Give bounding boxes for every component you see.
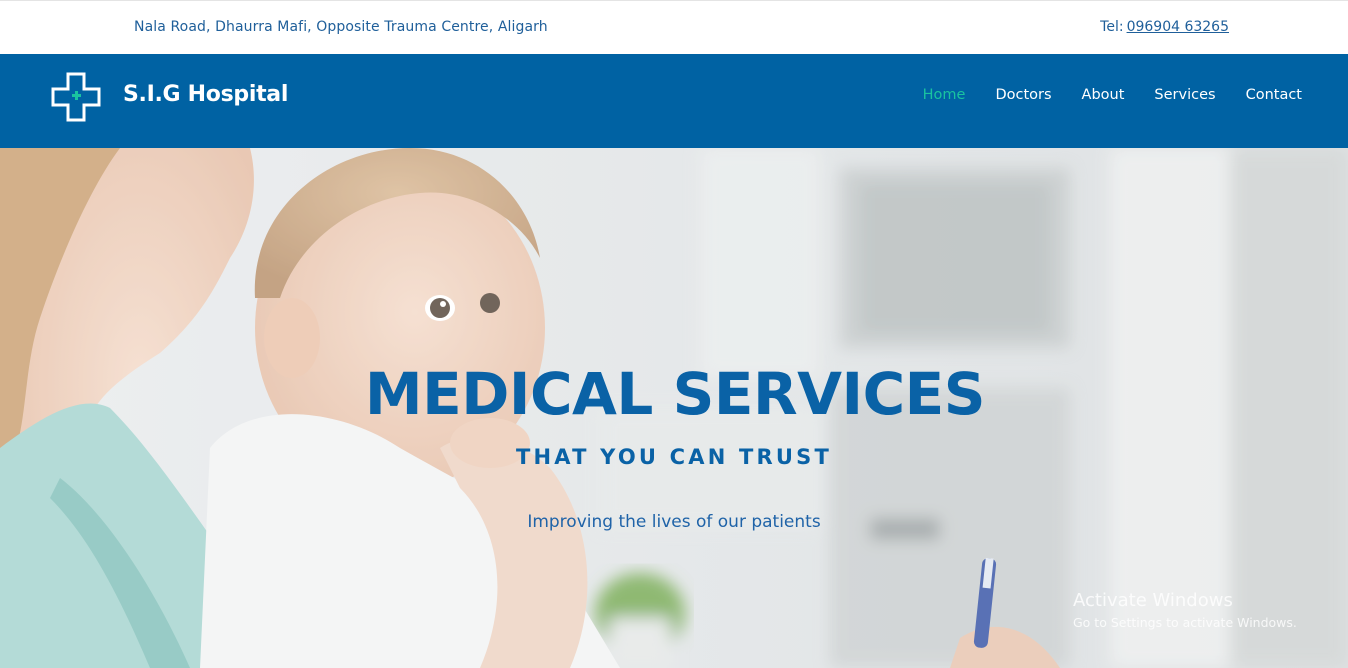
medical-cross-icon[interactable]	[51, 72, 101, 122]
site-header: S.I.G Hospital Home Doctors About Servic…	[0, 54, 1348, 148]
hero-title: MEDICAL SERVICES	[364, 360, 986, 428]
tel-label: Tel:	[1100, 19, 1124, 35]
nav-contact[interactable]: Contact	[1246, 87, 1302, 103]
hero-subtitle: THAT YOU CAN TRUST	[516, 445, 832, 469]
nav-doctors[interactable]: Doctors	[995, 87, 1051, 103]
nav-about[interactable]: About	[1082, 87, 1125, 103]
phone-link[interactable]: 096904 63265	[1127, 19, 1229, 35]
nav-services[interactable]: Services	[1154, 87, 1215, 103]
address-text: Nala Road, Dhaurra Mafi, Opposite Trauma…	[134, 19, 548, 35]
phone-info: Tel: 096904 63265	[1100, 19, 1229, 35]
contact-bar: Nala Road, Dhaurra Mafi, Opposite Trauma…	[0, 0, 1348, 54]
watermark-line2: Go to Settings to activate Windows.	[1073, 615, 1297, 630]
windows-activation-watermark: Activate Windows Go to Settings to activ…	[1073, 590, 1297, 630]
hero-tagline: Improving the lives of our patients	[527, 512, 821, 532]
nav-home[interactable]: Home	[923, 87, 966, 103]
main-nav: Home Doctors About Services Contact	[893, 87, 1302, 103]
hero-banner: MEDICAL SERVICES THAT YOU CAN TRUST Impr…	[0, 148, 1348, 668]
watermark-line1: Activate Windows	[1073, 590, 1233, 611]
site-name[interactable]: S.I.G Hospital	[123, 82, 288, 107]
